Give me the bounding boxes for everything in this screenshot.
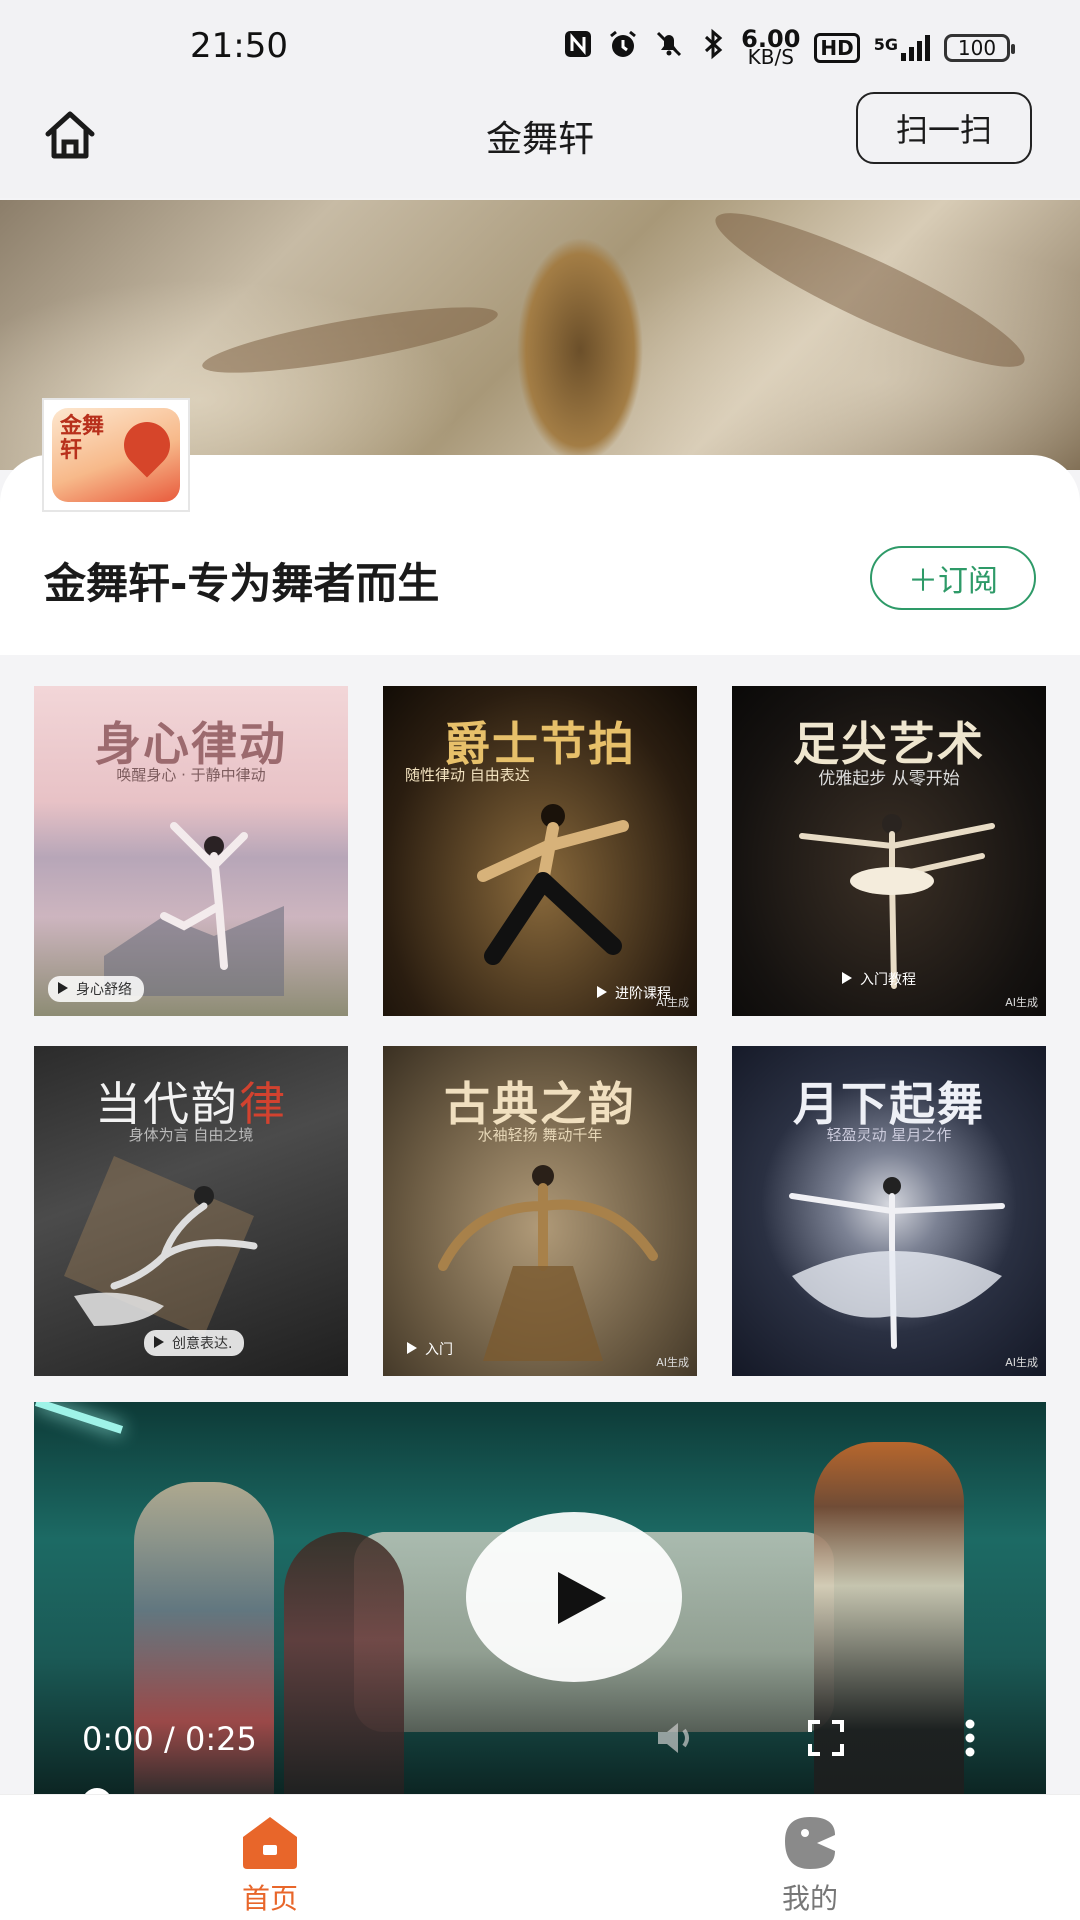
yoga-figure-image xyxy=(104,822,284,996)
course-badge: 创意表达. xyxy=(144,1330,245,1356)
network-speed: 6.00 KB/S xyxy=(741,24,801,69)
bluetooth-icon xyxy=(699,28,727,67)
channel-title: 金舞轩-专为舞者而生 xyxy=(44,559,440,608)
contemporary-dancer-image xyxy=(64,1156,258,1336)
course-subtitle: 轻盈灵动 星月之作 xyxy=(826,1126,952,1144)
fan-icon xyxy=(114,412,180,478)
classical-dancer-image xyxy=(438,1165,658,1361)
alarm-icon xyxy=(607,28,639,67)
course-subtitle: 唤醒身心 · 于静中律动 xyxy=(116,766,266,784)
mute-bell-icon xyxy=(653,28,685,67)
bottom-tab-bar: 首页 我的 xyxy=(0,1794,1080,1920)
video-time: 0:00 / 0:25 xyxy=(82,1720,257,1758)
course-card-contemporary[interactable]: 当代韵律 身体为言 自由之境 创意表达. xyxy=(34,1046,348,1376)
subscribe-button[interactable]: ＋订阅 xyxy=(870,546,1036,610)
battery-icon: 100 xyxy=(944,33,1015,62)
home-button[interactable] xyxy=(38,104,102,168)
tab-label: 我的 xyxy=(781,1882,838,1915)
course-badge: 入门 xyxy=(397,1336,465,1362)
course-card-moon-dance[interactable]: 月下起舞 轻盈灵动 星月之作 AI生成 xyxy=(732,1046,1046,1376)
jazz-dancer-image xyxy=(477,804,629,965)
dancer-figure xyxy=(284,1532,404,1794)
app-logo: 金舞轩 xyxy=(42,398,190,512)
course-subtitle: 水袖轻扬 舞动千年 xyxy=(477,1126,603,1144)
profile-tab-icon xyxy=(785,1817,835,1869)
tab-mine[interactable]: 我的 xyxy=(710,1815,910,1917)
home-tab-icon xyxy=(243,1817,297,1869)
logo-text: 金舞轩 xyxy=(60,413,105,463)
nfc-icon xyxy=(563,29,593,66)
hd-badge: HD xyxy=(814,32,860,63)
course-badge: 身心舒络 xyxy=(48,976,144,1002)
dancer-figure xyxy=(450,200,710,470)
play-button[interactable] xyxy=(466,1512,682,1682)
tab-home[interactable]: 首页 xyxy=(170,1815,370,1917)
course-badge: 入门教程 xyxy=(832,966,928,992)
course-card-pointe-art[interactable]: 足尖艺术 优雅起步 从零开始 入门教程 AI生成 xyxy=(732,686,1046,1016)
course-subtitle: 随性律动 自由表达 xyxy=(405,766,530,784)
status-icons: 6.00 KB/S HD 5G 100 xyxy=(563,24,1015,69)
more-options-icon[interactable] xyxy=(964,1718,976,1758)
scan-button[interactable]: 扫一扫 xyxy=(856,92,1032,164)
top-nav-bar: 金舞轩 扫一扫 xyxy=(0,92,1080,198)
course-card-classical[interactable]: 古典之韵 水袖轻扬 舞动千年 入门 AI生成 xyxy=(383,1046,697,1376)
moon-dancer-image xyxy=(789,1177,1005,1349)
course-card-jazz-beat[interactable]: 爵士节拍 随性律动 自由表达 进阶课程 AI生成 xyxy=(383,686,697,1016)
volume-icon[interactable] xyxy=(654,1718,700,1758)
status-time: 21:50 xyxy=(190,26,288,66)
signal-icon: 5G xyxy=(874,34,930,61)
fullscreen-icon[interactable] xyxy=(808,1720,844,1756)
status-bar: 21:50 6.00 KB/S HD 5G 100 xyxy=(0,0,1080,98)
ai-generated-label: AI生成 xyxy=(1005,1356,1038,1369)
ai-generated-label: AI生成 xyxy=(656,1356,689,1369)
course-card-body-rhythm[interactable]: 身心律动 唤醒身心 · 于静中律动 身心舒络 xyxy=(34,686,348,1016)
video-player[interactable]: 0:00 / 0:25 xyxy=(34,1402,1046,1794)
tab-label: 首页 xyxy=(241,1882,298,1915)
course-subtitle: 优雅起步 从零开始 xyxy=(818,769,960,789)
home-icon xyxy=(45,111,95,159)
ai-generated-label: AI生成 xyxy=(1005,996,1038,1009)
ai-generated-label: AI生成 xyxy=(656,996,689,1009)
